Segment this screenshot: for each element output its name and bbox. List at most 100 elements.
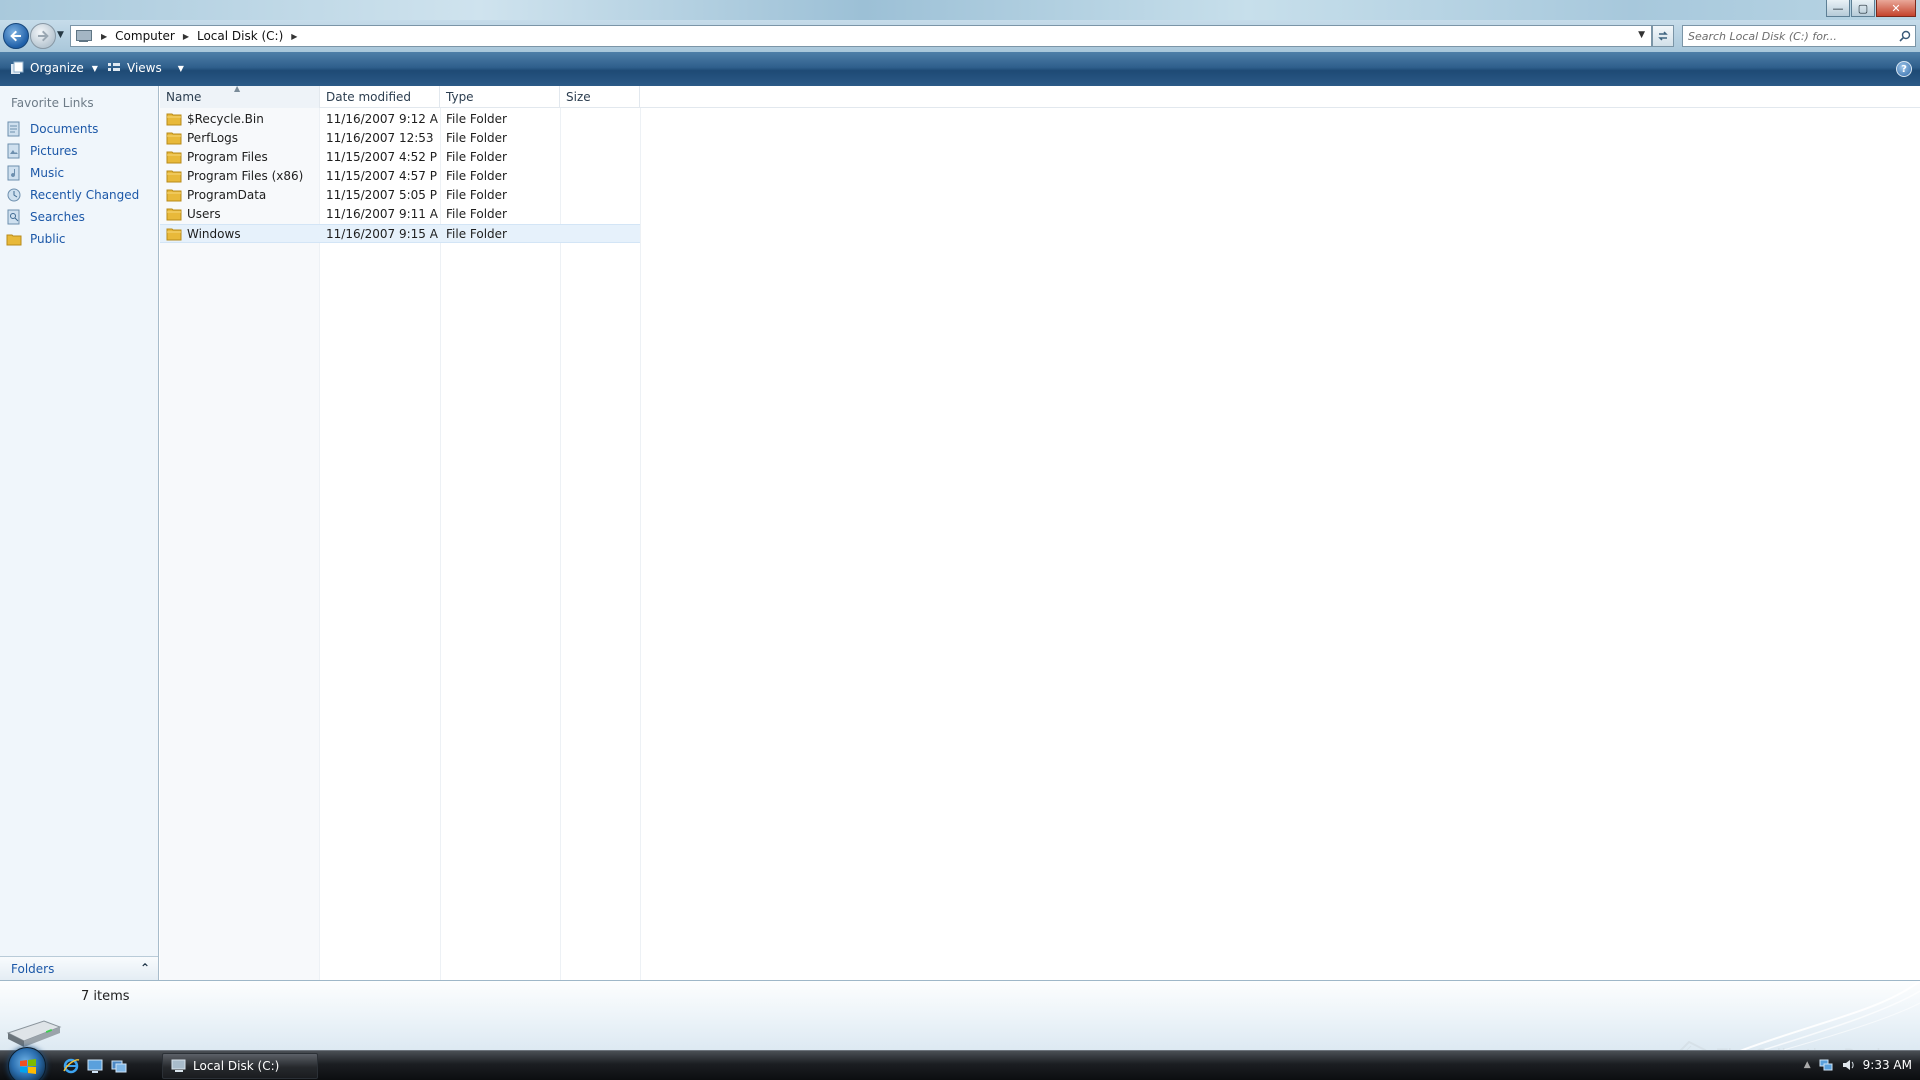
search-input[interactable] bbox=[1688, 29, 1888, 43]
column-header-type[interactable]: Type bbox=[440, 86, 560, 108]
address-bar[interactable]: ▶ Computer ▶ Local Disk (C:) ▶ ▼ bbox=[70, 25, 1652, 47]
start-button[interactable] bbox=[8, 1047, 46, 1080]
recent-pages-dropdown[interactable]: ▼ bbox=[57, 30, 64, 40]
file-name: Program Files bbox=[187, 150, 268, 164]
close-button[interactable]: ✕ bbox=[1876, 0, 1916, 17]
folder-icon bbox=[166, 113, 182, 126]
file-row[interactable]: ProgramData 11/15/2007 5:05 PM File Folder bbox=[160, 186, 640, 205]
search-icon[interactable] bbox=[1899, 30, 1911, 42]
favorite-link-searches[interactable]: Searches bbox=[6, 206, 139, 228]
favorite-link-label: Public bbox=[30, 232, 66, 246]
clock[interactable]: 9:33 AM bbox=[1863, 1058, 1912, 1072]
file-list: ▲ Name Date modified Type Size $Recycle.… bbox=[160, 84, 1920, 980]
chevron-up-icon[interactable]: ▲ bbox=[1804, 1060, 1811, 1070]
favorite-link-public[interactable]: Public bbox=[6, 228, 139, 250]
favorite-link-pictures[interactable]: Pictures bbox=[6, 140, 139, 162]
file-rows: $Recycle.Bin 11/16/2007 9:12 AM File Folde… bbox=[160, 110, 640, 243]
pictures-icon bbox=[7, 143, 20, 159]
file-name-cell[interactable]: ProgramData bbox=[166, 188, 266, 202]
folder-icon bbox=[166, 132, 182, 145]
search-box[interactable] bbox=[1682, 25, 1916, 47]
breadcrumb-local-disk[interactable]: Local Disk (C:) bbox=[197, 29, 283, 43]
chevron-down-icon: ▼ bbox=[91, 63, 98, 73]
favorite-link-label: Pictures bbox=[30, 144, 78, 158]
refresh-icon bbox=[1658, 31, 1668, 41]
chevron-down-icon[interactable]: ▼ bbox=[178, 64, 184, 73]
file-row[interactable]: Program Files 11/15/2007 4:52 PM File Fold… bbox=[160, 148, 640, 167]
type-cell: File Folder bbox=[446, 227, 507, 241]
favorite-link-recently-changed[interactable]: Recently Changed bbox=[6, 184, 139, 206]
date-modified-cell: 11/16/2007 12:53 ... bbox=[326, 131, 438, 145]
column-header-size[interactable]: Size bbox=[560, 86, 640, 108]
file-name: PerfLogs bbox=[187, 131, 239, 145]
folders-toggle[interactable]: Folders ⌃ bbox=[0, 956, 158, 980]
help-icon[interactable]: ? bbox=[1896, 61, 1912, 77]
file-name-cell[interactable]: Users bbox=[166, 207, 221, 221]
favorite-links-list: Documents Pictures Music Recently Change… bbox=[6, 118, 139, 250]
folder-icon bbox=[166, 228, 182, 241]
file-name: Users bbox=[187, 207, 221, 221]
internet-explorer-icon[interactable] bbox=[62, 1057, 80, 1075]
views-icon bbox=[108, 63, 120, 71]
refresh-button[interactable] bbox=[1652, 25, 1674, 47]
system-tray: ▲ 9:33 AM bbox=[1804, 1058, 1912, 1072]
switch-windows-icon[interactable] bbox=[110, 1057, 128, 1075]
file-row[interactable]: $Recycle.Bin 11/16/2007 9:12 AM File Folde… bbox=[160, 110, 640, 129]
minimize-button[interactable]: — bbox=[1826, 0, 1850, 17]
file-row[interactable]: Users 11/16/2007 9:11 AM File Folder bbox=[160, 205, 640, 224]
searches-icon bbox=[7, 209, 20, 225]
organize-label: Organize bbox=[30, 61, 84, 75]
breadcrumb-computer[interactable]: Computer bbox=[115, 29, 175, 43]
file-name-cell[interactable]: Windows bbox=[166, 227, 241, 241]
file-name: ProgramData bbox=[187, 188, 267, 202]
folder-icon bbox=[166, 170, 182, 183]
favorite-link-documents[interactable]: Documents bbox=[6, 118, 139, 140]
volume-icon[interactable] bbox=[1841, 1058, 1855, 1072]
computer-drive-icon bbox=[171, 1059, 186, 1072]
file-name-cell[interactable]: Program Files (x86) bbox=[166, 169, 303, 183]
type-cell: File Folder bbox=[446, 169, 507, 183]
back-button[interactable] bbox=[3, 23, 29, 49]
file-name: Windows bbox=[187, 227, 241, 241]
back-arrow-icon bbox=[10, 30, 21, 42]
column-header-label: Type bbox=[446, 90, 474, 104]
address-history-dropdown[interactable]: ▼ bbox=[1638, 30, 1645, 40]
file-name-cell[interactable]: PerfLogs bbox=[166, 131, 238, 145]
quick-launch bbox=[62, 1057, 128, 1075]
taskbar-button-local-disk[interactable]: Local Disk (C:) bbox=[162, 1053, 318, 1079]
file-row[interactable]: Program Files (x86) 11/15/2007 4:57 PM Fil… bbox=[160, 167, 640, 186]
date-modified-cell: 11/16/2007 9:11 AM bbox=[326, 207, 438, 221]
details-pane: 7 items bbox=[0, 980, 1920, 1051]
show-desktop-icon[interactable] bbox=[86, 1057, 104, 1075]
column-header-name[interactable]: ▲ Name bbox=[160, 84, 320, 108]
file-row[interactable]: Windows 11/16/2007 9:15 AM File Folder bbox=[160, 224, 640, 243]
file-name-cell[interactable]: $Recycle.Bin bbox=[166, 112, 264, 126]
title-bar: — ▢ ✕ bbox=[0, 0, 1920, 20]
file-name-cell[interactable]: Program Files bbox=[166, 150, 268, 164]
folder-icon bbox=[166, 189, 182, 202]
organize-icon bbox=[11, 61, 24, 74]
forward-arrow-icon bbox=[38, 30, 49, 42]
chevron-up-icon[interactable]: ⌃ bbox=[140, 961, 150, 975]
command-bar: Organize ▼ Views ▼ ? bbox=[0, 52, 1920, 86]
folders-label: Folders bbox=[11, 961, 55, 976]
network-icon[interactable] bbox=[1819, 1058, 1833, 1072]
chevron-right-icon[interactable]: ▶ bbox=[291, 32, 297, 41]
maximize-button[interactable]: ▢ bbox=[1851, 0, 1875, 17]
favorite-link-label: Music bbox=[30, 166, 65, 180]
column-header-date-modified[interactable]: Date modified bbox=[320, 86, 440, 108]
organize-button[interactable]: Organize ▼ bbox=[10, 61, 98, 75]
chevron-right-icon[interactable]: ▶ bbox=[101, 32, 107, 41]
file-row[interactable]: PerfLogs 11/16/2007 12:53 ... File Folder bbox=[160, 129, 640, 148]
type-cell: File Folder bbox=[446, 150, 507, 164]
column-header-label: Name bbox=[166, 90, 202, 104]
views-button[interactable]: Views ▼ bbox=[107, 61, 184, 75]
forward-button[interactable] bbox=[30, 23, 56, 49]
folder-icon bbox=[166, 208, 182, 221]
type-cell: File Folder bbox=[446, 131, 507, 145]
column-header-label: Size bbox=[566, 90, 591, 104]
views-label: Views bbox=[127, 61, 162, 75]
chevron-right-icon[interactable]: ▶ bbox=[183, 32, 189, 41]
favorite-link-music[interactable]: Music bbox=[6, 162, 139, 184]
windows-logo-icon bbox=[20, 1059, 36, 1074]
